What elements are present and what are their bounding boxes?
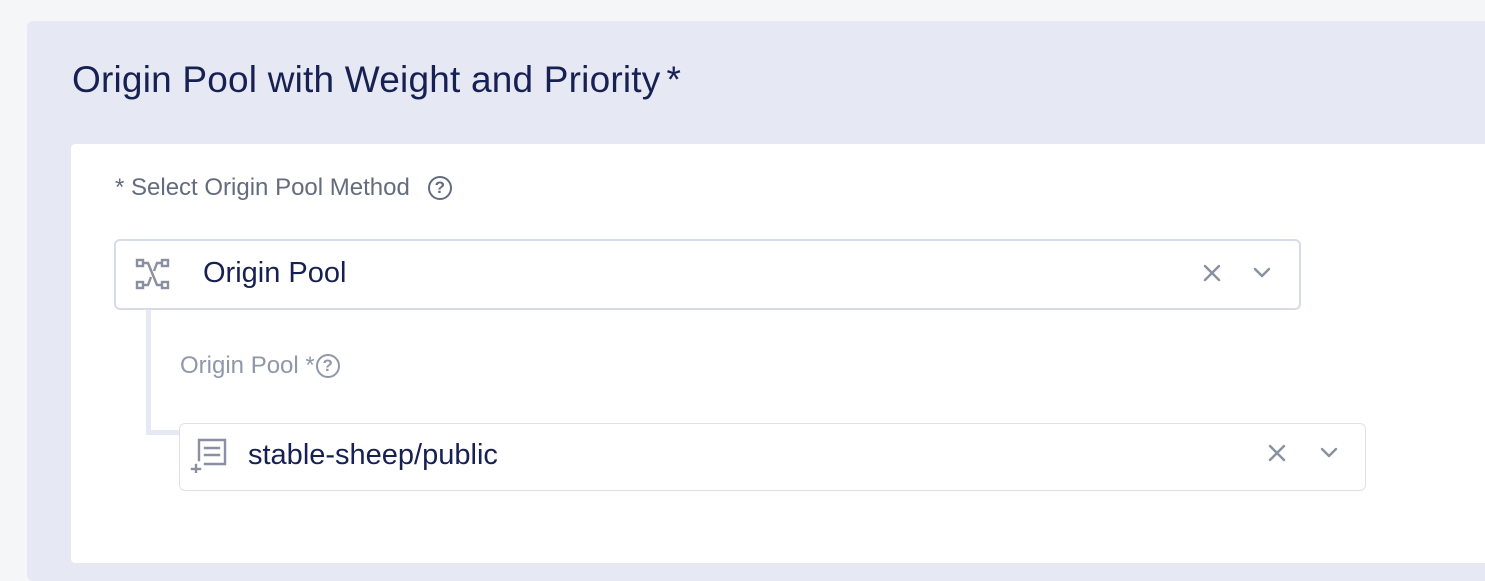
list-add-icon — [190, 437, 228, 478]
origin-pool-method-select[interactable]: Origin Pool — [114, 239, 1301, 310]
section-title: Origin Pool with Weight and Priority * — [72, 59, 681, 101]
origin-pool-card: * Select Origin Pool Method ? Origin Poo… — [71, 144, 1485, 563]
tree-connector-line — [146, 310, 179, 435]
chevron-down-icon[interactable] — [1319, 445, 1339, 464]
origin-pool-section: Origin Pool with Weight and Priority * * … — [27, 21, 1485, 581]
topology-icon — [135, 257, 171, 296]
pool-field-label-text: Origin Pool * — [180, 352, 315, 379]
help-icon[interactable]: ? — [315, 354, 340, 378]
origin-pool-select[interactable]: stable-sheep/public — [179, 423, 1366, 491]
method-field-label-text: * Select Origin Pool Method — [115, 174, 410, 201]
origin-pool-method-value: Origin Pool — [203, 257, 347, 289]
pool-field-label: Origin Pool * ? — [180, 352, 340, 380]
chevron-down-icon[interactable] — [1252, 265, 1272, 284]
help-icon[interactable]: ? — [427, 176, 452, 200]
clear-icon[interactable] — [1267, 443, 1287, 468]
method-field-label: * Select Origin Pool Method ? — [115, 174, 452, 202]
required-marker: * — [666, 59, 682, 100]
clear-icon[interactable] — [1202, 263, 1222, 288]
section-title-text: Origin Pool with Weight and Priority — [72, 59, 661, 100]
origin-pool-value: stable-sheep/public — [248, 439, 498, 471]
